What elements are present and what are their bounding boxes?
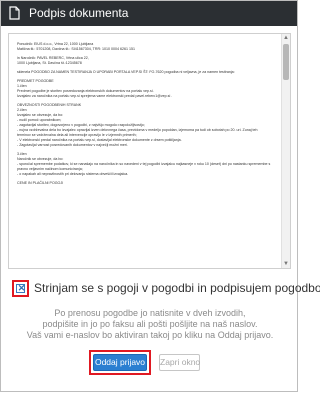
consent-checkbox-highlight: ✕ <box>12 280 29 297</box>
x-mark-icon: ✕ <box>17 283 26 293</box>
info-line: podpišite in jo po faksu ali pošti pošlj… <box>42 319 258 329</box>
contract-paragraph: Ponudnik: EIUS d.o.o., Vrtna 22, 1000 Lj… <box>17 42 136 51</box>
close-window-button[interactable]: Zapri okno <box>159 354 200 371</box>
scroll-up-arrow-icon[interactable]: ▲ <box>283 35 289 41</box>
document-scrollbar[interactable]: ▲ ▼ <box>281 34 290 268</box>
sign-document-dialog: Podpis dokumenta Ponudnik: EIUS d.o.o., … <box>0 0 320 392</box>
contract-paragraph: CENE IN PLAČILNI POGOJI <box>17 181 64 185</box>
submit-button[interactable]: Oddaj prijavo <box>93 354 147 371</box>
consent-row: ✕ Strinjam se s pogoji v pogodbi in podp… <box>12 280 320 300</box>
contract-paragraph: sklenela POGODBO ZA NAMEN TESTIRANJA O U… <box>17 70 235 74</box>
consent-label[interactable]: Strinjam se s pogoji v pogodbi in podpis… <box>34 281 320 295</box>
contract-document-viewer[interactable]: Ponudnik: EIUS d.o.o., Vrtna 22, 1000 Lj… <box>8 33 291 269</box>
document-icon <box>9 6 20 20</box>
scrollbar-thumb[interactable] <box>283 44 289 80</box>
dialog-title: Podpis dokumenta <box>29 6 129 20</box>
info-line: Vaš vami e-naslov bo aktiviran takoj po … <box>26 330 274 340</box>
contract-paragraph: PREDMET POGODBE 1.člen Predmet pogodbe j… <box>17 79 173 98</box>
info-text: Po prenosu pogodbe jo natisnite v dveh i… <box>1 308 299 341</box>
contract-text: Ponudnik: EIUS d.o.o., Vrtna 22, 1000 Lj… <box>17 42 272 190</box>
info-line: Po prenosu pogodbe jo natisnite v dveh i… <box>54 308 246 318</box>
contract-paragraph: 3.člen Naročnik se obvezuje, da bo: - sp… <box>17 152 271 176</box>
contract-paragraph: in Naročnik: PAVEL REBERC, Vrtna ulica 2… <box>17 56 89 65</box>
dialog-titlebar: Podpis dokumenta <box>1 1 297 26</box>
scroll-down-arrow-icon[interactable]: ▼ <box>283 261 289 267</box>
consent-checkbox[interactable]: ✕ <box>16 283 26 293</box>
contract-paragraph: OBVEZNOSTI POGODBENIH STRANK 2.člen Izva… <box>17 103 258 147</box>
